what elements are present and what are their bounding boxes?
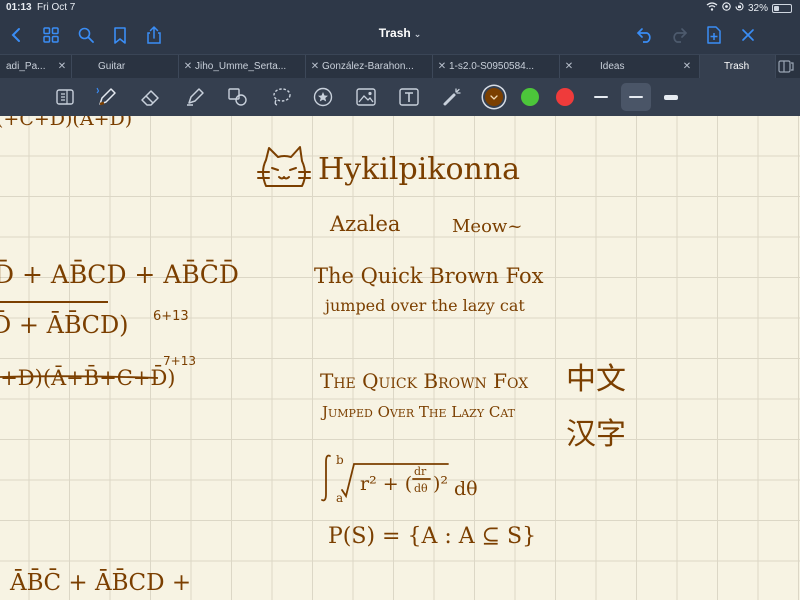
text-icon[interactable] [396, 85, 422, 109]
close-icon[interactable] [737, 24, 759, 46]
search-icon[interactable] [75, 24, 97, 46]
undo-icon[interactable] [634, 24, 656, 46]
color-swatch-brown[interactable] [485, 88, 503, 106]
split-view-icon[interactable] [778, 60, 794, 78]
new-page-icon[interactable] [703, 24, 725, 46]
tab-gonzalez[interactable]: ✕ González-Barahon... [306, 55, 433, 79]
math-line-b: D̄ + ĀB̄CD) [0, 311, 129, 339]
svg-text:b: b [336, 453, 344, 467]
fox-caps-line1: The Quick Brown Fox [320, 369, 529, 393]
math-top-line: (+C+D)(A+D) [0, 116, 133, 130]
redo-icon[interactable] [668, 24, 690, 46]
close-tab-icon[interactable]: ✕ [681, 61, 693, 72]
close-tab-icon[interactable]: ✕ [309, 61, 321, 72]
color-swatch-green[interactable] [521, 88, 539, 106]
drawing-toolbar [0, 78, 800, 116]
note-title: Hykilpikonna [318, 152, 521, 187]
grid-icon[interactable] [40, 24, 62, 46]
tab-adi-pa[interactable]: adi_Pa... ✕ [0, 55, 72, 79]
status-time: 01:13 [6, 2, 32, 13]
battery-fill [774, 5, 779, 11]
fox-sentence-line1: The Quick Brown Fox [314, 264, 544, 288]
document-title-text: Trash [378, 26, 411, 40]
math-line-c-strike [0, 375, 159, 379]
note-subtitle-left: Azalea [330, 212, 401, 236]
navigation-bar: Trash ⌄ [0, 16, 800, 54]
chinese-text-1: 中文 [566, 362, 626, 397]
color-swatch-red[interactable] [556, 88, 574, 106]
tab-label: Ideas [600, 61, 625, 72]
image-icon[interactable] [353, 85, 379, 109]
close-tab-icon[interactable]: ✕ [56, 61, 68, 72]
highlighter-icon[interactable] [182, 85, 208, 109]
tab-bar: adi_Pa... ✕ Guitar ✕ Jiho_Umme_Serta... … [0, 54, 800, 79]
battery-percent: 32% [747, 2, 768, 14]
eraser-icon[interactable] [137, 85, 163, 109]
tab-label: 1-s2.0-S0950584... [449, 61, 535, 72]
location-icon [722, 2, 731, 14]
lasso-icon[interactable] [268, 85, 294, 109]
tab-label: Guitar [98, 61, 126, 72]
close-tab-icon[interactable]: ✕ [182, 61, 194, 72]
bookmark-icon[interactable] [109, 24, 131, 46]
integral-differential: dθ [454, 478, 478, 500]
pen-icon[interactable] [94, 85, 120, 109]
tab-label: González-Barahon... [322, 61, 414, 72]
note-canvas[interactable]: (+C+D)(A+D) D̄ + AB̄CD + AB̄C̄D̄ D̄ + ĀB… [0, 116, 800, 600]
note-subtitle-right: Meow~ [452, 216, 523, 237]
status-bar: 01:13 Fri Oct 7 32% [0, 0, 800, 16]
math-line-d: ĀB̄C̄ + ĀB̄CD + [10, 570, 192, 596]
svg-text:dr: dr [414, 465, 427, 478]
tab-trash[interactable]: Trash [700, 55, 776, 79]
cat-face-doodle [257, 146, 311, 187]
tab-label: Jiho_Umme_Serta... [195, 61, 287, 72]
close-tab-icon[interactable]: ✕ [563, 61, 575, 72]
tab-guitar[interactable]: Guitar [72, 55, 179, 79]
wifi-icon [706, 2, 718, 14]
battery-icon [772, 3, 792, 13]
back-icon[interactable] [5, 24, 27, 46]
math-line-b-note: 6+13 [153, 309, 189, 324]
stroke-width-thin[interactable] [586, 83, 616, 111]
math-line-a-underline [0, 301, 108, 303]
share-icon[interactable] [143, 24, 165, 46]
laser-icon[interactable] [439, 85, 465, 109]
status-date: Fri Oct 7 [37, 2, 76, 13]
stroke-width-medium[interactable] [621, 83, 651, 111]
tab-label: Trash [724, 61, 750, 72]
document-title[interactable]: Trash ⌄ [350, 26, 450, 40]
tab-ideas[interactable]: ✕ Ideas ✕ [560, 55, 700, 79]
close-tab-icon[interactable]: ✕ [436, 61, 448, 72]
chinese-text-2: 汉字 [566, 417, 626, 452]
reader-icon[interactable] [52, 85, 78, 109]
svg-text:dθ: dθ [414, 482, 428, 495]
math-line-c-note: 7+13 [163, 354, 196, 368]
svg-text:r² + (: r² + ( [360, 473, 412, 495]
stroke-width-thick[interactable] [656, 83, 686, 111]
status-right: 32% [706, 2, 792, 14]
chevron-down-icon: ⌄ [413, 29, 422, 39]
shapes-icon[interactable] [225, 85, 251, 109]
rotation-lock-icon [735, 2, 744, 14]
tab-s2-0[interactable]: ✕ 1-s2.0-S0950584... [433, 55, 560, 79]
math-line-a: D̄ + AB̄CD + AB̄C̄D̄ [0, 260, 239, 289]
sticker-icon[interactable] [310, 85, 336, 109]
svg-text:a: a [336, 491, 343, 505]
power-set-definition: P(S) = {A : A ⊆ S} [328, 524, 537, 549]
fox-caps-line2: Jumped Over The Lazy Cat [322, 403, 516, 421]
tab-jiho[interactable]: ✕ Jiho_Umme_Serta... [179, 55, 306, 79]
svg-text:)²: )² [433, 473, 448, 495]
fox-sentence-line2: jumped over the lazy cat [325, 296, 525, 315]
